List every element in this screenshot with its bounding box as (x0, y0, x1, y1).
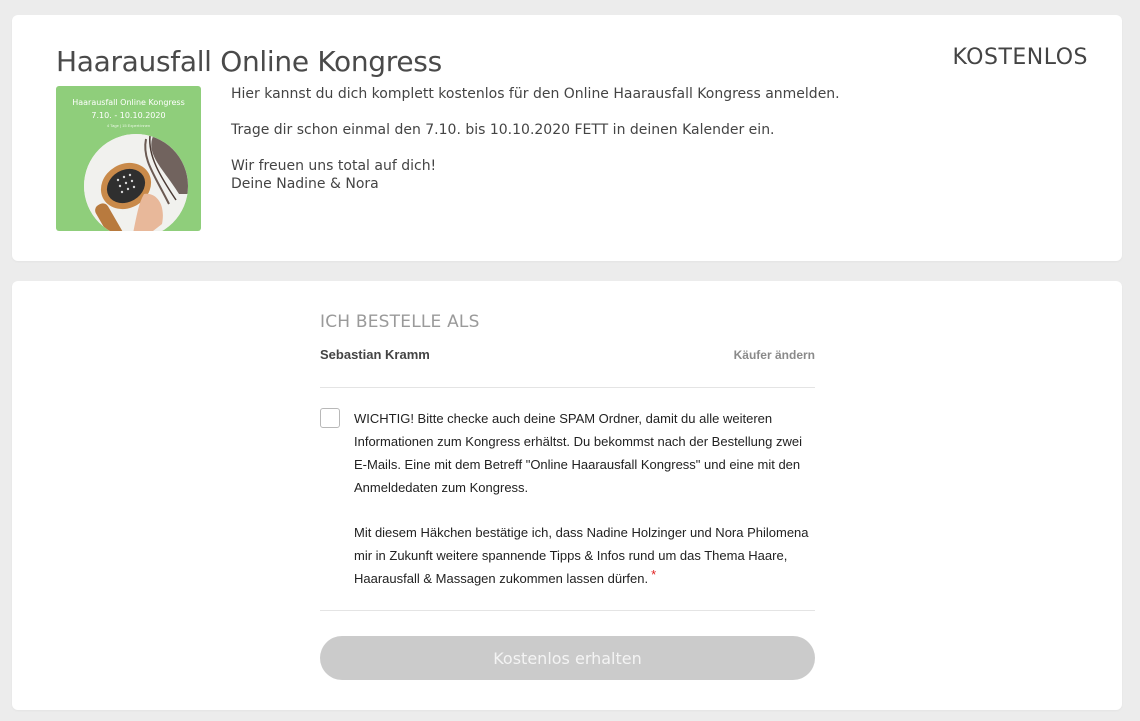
change-buyer-link[interactable]: Käufer ändern (734, 348, 815, 362)
divider (320, 387, 815, 388)
product-thumbnail: Haarausfall Online Kongress 7.10. - 10.1… (56, 86, 201, 231)
consent-text: WICHTIG! Bitte checke auch deine SPAM Or… (354, 407, 816, 590)
price-label: KOSTENLOS (952, 45, 1088, 70)
closing-line: Wir freuen uns total auf dich! (231, 158, 437, 174)
order-card: ICH BESTELLE ALS Sebastian Kramm Käufer … (12, 281, 1122, 710)
thumbnail-dates: 7.10. - 10.10.2020 (91, 111, 166, 120)
description-line: Hier kannst du dich komplett kostenlos f… (231, 86, 840, 102)
product-description: Hier kannst du dich komplett kostenlos f… (231, 85, 931, 193)
product-card: Haarausfall Online Kongress KOSTENLOS Ha… (12, 15, 1122, 261)
divider (320, 610, 815, 611)
consent-paragraph-text: Mit diesem Häkchen bestätige ich, dass N… (354, 525, 809, 586)
required-marker: * (651, 567, 657, 582)
hairbrush-illustration (84, 134, 188, 231)
thumbnail-subtitle: 4 Tage | 15 Expert:innen (106, 123, 151, 128)
section-title: ICH BESTELLE ALS (320, 312, 480, 332)
consent-paragraph: WICHTIG! Bitte checke auch deine SPAM Or… (354, 411, 802, 495)
hairbrush-photo (84, 134, 188, 231)
product-title: Haarausfall Online Kongress (56, 45, 442, 78)
buyer-name: Sebastian Kramm (320, 347, 430, 362)
consent-checkbox[interactable] (320, 408, 340, 428)
signature-line: Deine Nadine & Nora (231, 176, 379, 192)
submit-button[interactable]: Kostenlos erhalten (320, 636, 815, 680)
description-line: Trage dir schon einmal den 7.10. bis 10.… (231, 122, 775, 138)
consent-paragraph: Mit diesem Häkchen bestätige ich, dass N… (354, 521, 816, 590)
thumbnail-title: Haarausfall Online Kongress (72, 98, 185, 107)
